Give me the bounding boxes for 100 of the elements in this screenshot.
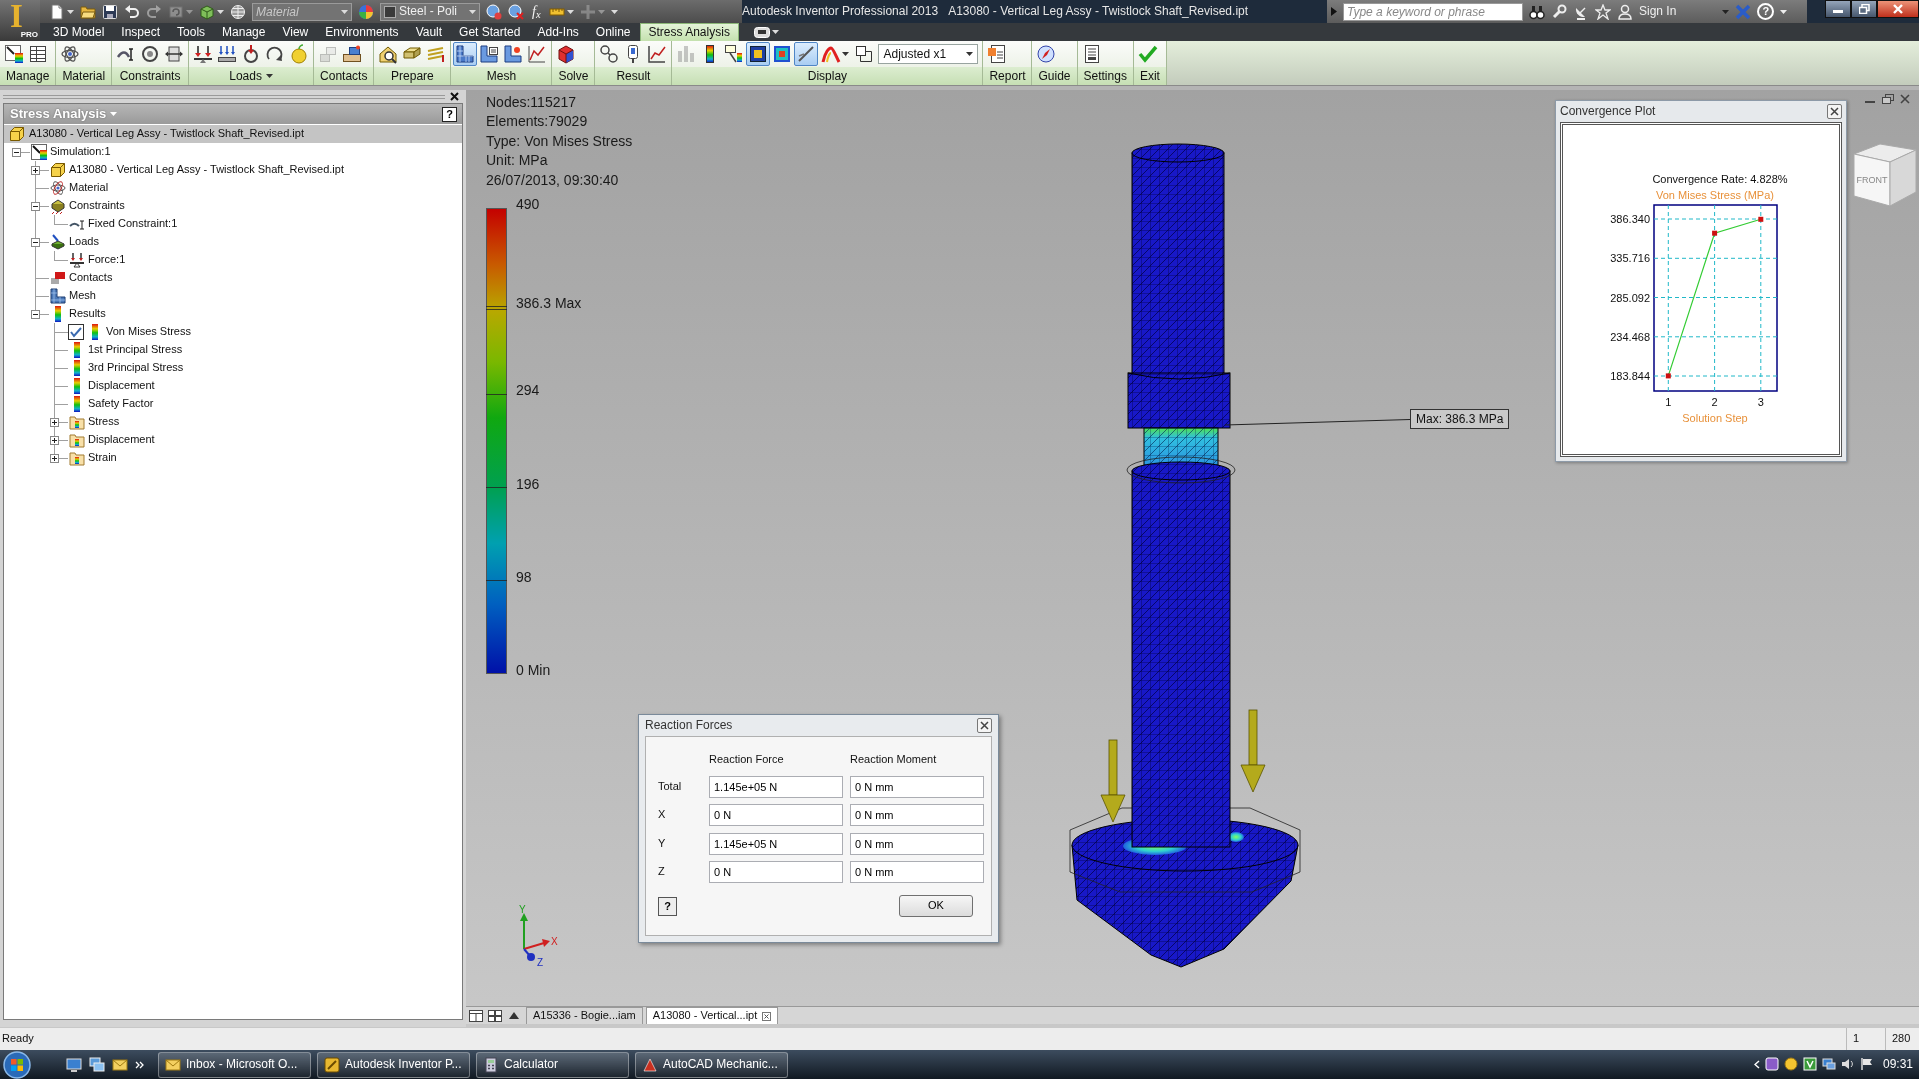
- folder-icon[interactable]: [80, 3, 96, 20]
- material-dropdown[interactable]: Material: [252, 2, 352, 21]
- tree-item[interactable]: A13080 - Vertical Leg Assy - Twistlock Shaft_Revised.ipt: [49, 161, 346, 179]
- expand-icon[interactable]: [50, 454, 59, 463]
- menu-tab[interactable]: View: [274, 23, 317, 41]
- boundary-button[interactable]: [794, 42, 819, 66]
- collapse-icon[interactable]: [31, 238, 40, 247]
- document-tab[interactable]: A15336 - Bogie...iam: [526, 1007, 643, 1024]
- undo-icon[interactable]: [124, 3, 140, 20]
- tree-item[interactable]: A13080 - Vertical Leg Assy - Twistlock Shaft_Revised.ipt: [4, 125, 462, 143]
- tree-item[interactable]: Von Mises Stress: [86, 323, 193, 341]
- help-button[interactable]: ?: [442, 106, 457, 122]
- taskbar-button[interactable]: Autodesk Inventor P...: [317, 1051, 470, 1078]
- disc-icon[interactable]: [1783, 1057, 1798, 1072]
- close-icon[interactable]: [450, 92, 459, 101]
- sphere-icon[interactable]: [486, 3, 502, 20]
- triangle-right-icon[interactable]: [1331, 7, 1337, 16]
- menu-tab[interactable]: Inspect: [113, 23, 169, 41]
- value-field[interactable]: 1.145e+05 N: [709, 832, 843, 855]
- document-tab[interactable]: A13080 - Vertical...ipt: [645, 1007, 779, 1024]
- tree-item[interactable]: Fixed Constraint:1: [68, 215, 180, 233]
- star-icon[interactable]: [1595, 3, 1611, 20]
- restore-icon[interactable]: [1882, 94, 1894, 104]
- globe-icon[interactable]: [230, 3, 246, 20]
- caret-icon[interactable]: [1780, 9, 1788, 14]
- close-icon[interactable]: [762, 1011, 772, 1021]
- shaded-view-button[interactable]: [746, 42, 771, 66]
- menu-tab[interactable]: Manage: [214, 23, 274, 41]
- value-field[interactable]: 0 N mm: [850, 861, 984, 883]
- envelope-icon[interactable]: [112, 1056, 128, 1073]
- person-icon[interactable]: [1617, 3, 1633, 20]
- speaker-icon[interactable]: [1840, 1057, 1855, 1072]
- menu-tab[interactable]: Online: [587, 23, 639, 41]
- start-orb-icon[interactable]: [2, 1050, 32, 1079]
- scale-dropdown[interactable]: Adjusted x1: [878, 44, 979, 64]
- tree-item[interactable]: Loads: [49, 233, 101, 251]
- menu-tab[interactable]: Get Started: [451, 23, 529, 41]
- help-button[interactable]: ?: [658, 896, 677, 916]
- value-field[interactable]: 0 N mm: [850, 832, 984, 855]
- mesh-view-button[interactable]: [453, 42, 478, 66]
- caret-icon[interactable]: [265, 74, 273, 78]
- expand-icon[interactable]: [50, 418, 59, 427]
- close-button[interactable]: [977, 718, 992, 733]
- formula-button[interactable]: f$_{x}$: [530, 4, 543, 19]
- cube-icon[interactable]: [199, 3, 215, 20]
- flag-icon[interactable]: [1859, 1057, 1874, 1072]
- tree-item[interactable]: Displacement: [68, 377, 157, 395]
- windows-icon[interactable]: [89, 1056, 105, 1073]
- ok-button[interactable]: OK: [899, 895, 973, 917]
- appearance-dropdown[interactable]: Steel - Poli: [380, 2, 480, 21]
- panel-toggle-icon[interactable]: [753, 26, 770, 38]
- tree-item[interactable]: Displacement: [68, 431, 157, 449]
- clock[interactable]: 09:31: [1882, 1057, 1913, 1072]
- expand-icon[interactable]: [50, 436, 59, 445]
- tree-item[interactable]: 3rd Principal Stress: [68, 359, 186, 377]
- collapse-icon[interactable]: [31, 310, 40, 319]
- badge-icon[interactable]: [1802, 1057, 1817, 1072]
- collapse-icon[interactable]: [31, 202, 40, 211]
- menu-tab[interactable]: Environments: [317, 23, 407, 41]
- tree-item[interactable]: Strain: [68, 449, 119, 467]
- value-field[interactable]: 1.145e+05 N: [709, 775, 843, 798]
- minimize-button[interactable]: [1825, 0, 1851, 18]
- restore-button[interactable]: [1851, 0, 1877, 18]
- taskbar-button[interactable]: Inbox - Microsoft O...: [158, 1051, 311, 1078]
- color-wheel-icon[interactable]: [358, 3, 374, 20]
- menu-tab[interactable]: Add-Ins: [529, 23, 587, 41]
- help-button[interactable]: ?: [1757, 3, 1775, 20]
- tile-windows-icon[interactable]: [468, 1009, 483, 1022]
- value-field[interactable]: 0 N: [709, 804, 843, 826]
- expand-icon[interactable]: [31, 166, 40, 175]
- checkbox[interactable]: [68, 324, 84, 340]
- caret-icon[interactable]: [610, 9, 618, 14]
- network-icon[interactable]: [1821, 1057, 1836, 1072]
- tree-item[interactable]: Material: [49, 179, 111, 197]
- search-field[interactable]: Type a keyword or phrase: [1343, 2, 1523, 21]
- menu-tab[interactable]: 3D Model: [45, 23, 113, 41]
- collapse-icon[interactable]: [12, 148, 21, 157]
- chevron-left-icon[interactable]: [1753, 1060, 1760, 1069]
- tree-item[interactable]: Results: [49, 305, 108, 323]
- tree-item[interactable]: Stress: [68, 413, 122, 431]
- chevron-icon[interactable]: [135, 1060, 144, 1069]
- wrench-icon[interactable]: [1551, 3, 1567, 20]
- menu-tab[interactable]: Stress Analysis: [639, 23, 739, 41]
- taskbar-button[interactable]: AutoCAD Mechanic...: [635, 1051, 788, 1078]
- menu-tab[interactable]: Tools: [169, 23, 214, 41]
- grid-windows-icon[interactable]: [487, 1009, 502, 1022]
- sign-in-button[interactable]: Sign In: [1639, 4, 1677, 19]
- tile-icon[interactable]: [1764, 1057, 1779, 1072]
- tree-item[interactable]: Force:1: [68, 251, 128, 269]
- value-field[interactable]: 0 N: [709, 861, 843, 883]
- sphere-cross-icon[interactable]: [508, 3, 524, 20]
- tree-item[interactable]: 1st Principal Stress: [68, 341, 185, 359]
- new-file-icon[interactable]: [49, 3, 65, 20]
- tree-item[interactable]: Safety Factor: [68, 395, 156, 413]
- tree-item[interactable]: Simulation:1: [30, 143, 113, 161]
- create-simulation-button[interactable]: [2, 42, 26, 66]
- tree-item[interactable]: Constraints: [49, 197, 127, 215]
- binoculars-icon[interactable]: [1529, 3, 1545, 20]
- close-button[interactable]: [1877, 0, 1919, 18]
- value-field[interactable]: 0 N mm: [850, 804, 984, 826]
